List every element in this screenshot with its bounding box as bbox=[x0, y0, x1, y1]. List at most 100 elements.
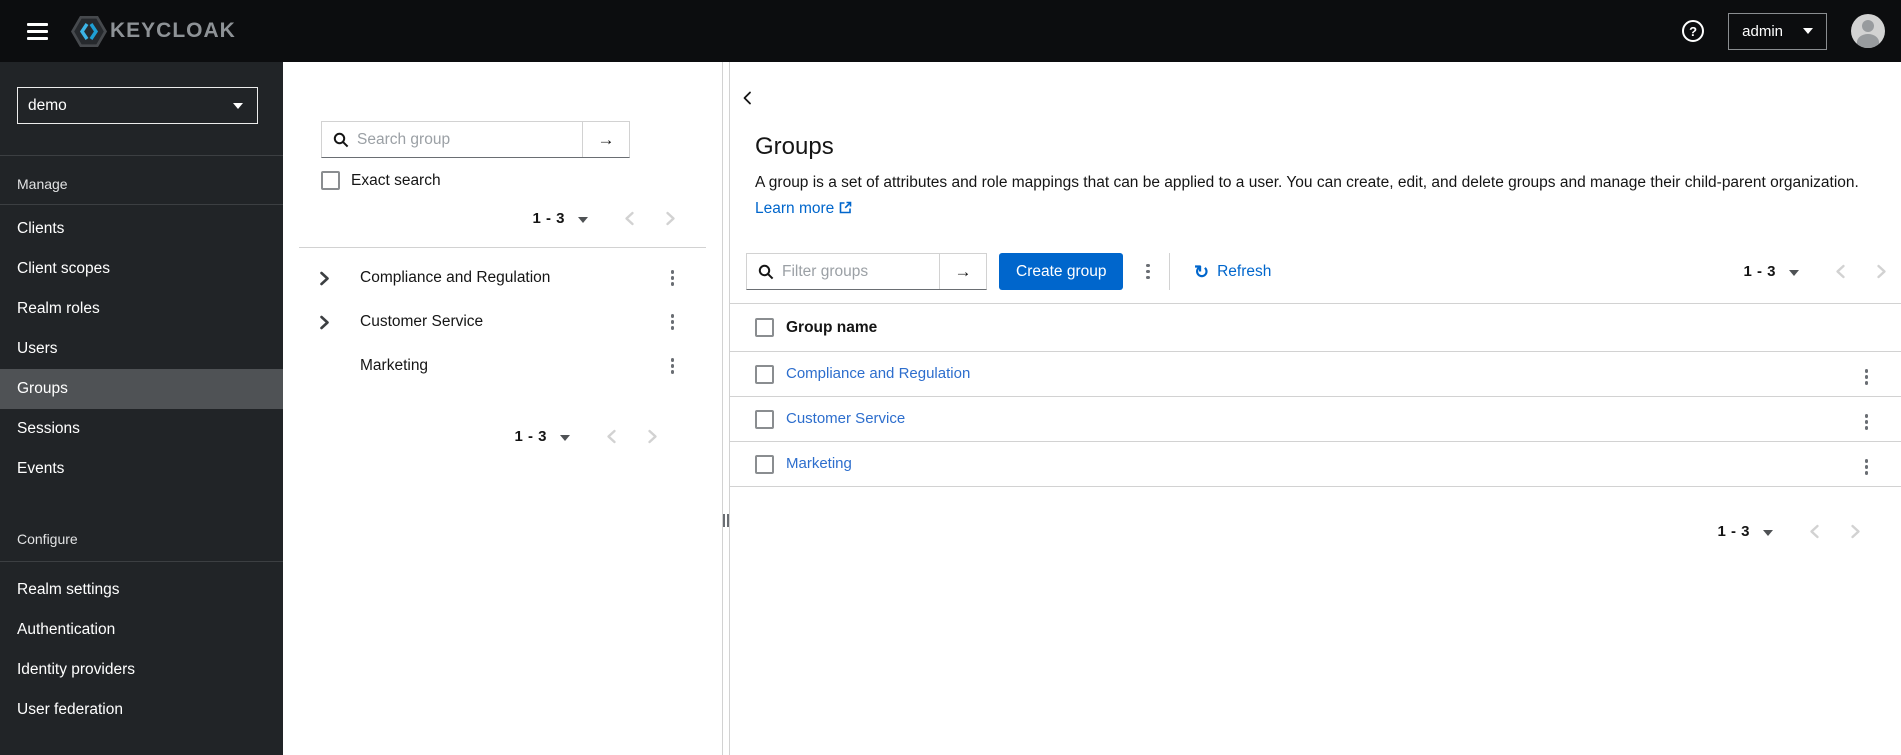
arrow-right-icon: → bbox=[597, 129, 615, 149]
row-checkbox[interactable] bbox=[755, 454, 774, 474]
next-page-button[interactable] bbox=[1876, 264, 1887, 279]
angle-left-icon bbox=[1836, 264, 1845, 279]
sidebar-section-manage: Manage bbox=[0, 156, 283, 205]
pagination-menu-toggle[interactable] bbox=[1761, 522, 1775, 541]
sidebar-item-sessions[interactable]: Sessions bbox=[0, 409, 283, 449]
next-page-button[interactable] bbox=[665, 211, 676, 226]
group-link[interactable]: Marketing bbox=[786, 455, 852, 472]
caret-down-icon bbox=[578, 216, 588, 223]
kebab-menu-button[interactable] bbox=[665, 310, 681, 334]
row-kebab-menu-button[interactable] bbox=[1859, 455, 1875, 479]
exact-search-checkbox[interactable] bbox=[321, 171, 340, 190]
previous-page-button[interactable] bbox=[1835, 264, 1846, 279]
realm-selector-block: demo bbox=[0, 62, 283, 156]
realm-name: demo bbox=[28, 96, 67, 114]
realm-selector[interactable]: demo bbox=[17, 87, 258, 124]
group-name[interactable]: Marketing bbox=[360, 357, 428, 375]
filter-groups-submit-button[interactable]: → bbox=[939, 254, 986, 289]
app-body: demo Manage Clients Client scopes Realm … bbox=[0, 62, 1901, 755]
filter-groups-input[interactable] bbox=[774, 262, 939, 281]
sidebar-item-users[interactable]: Users bbox=[0, 329, 283, 369]
table-row: Compliance and Regulation bbox=[730, 352, 1901, 397]
next-page-button[interactable] bbox=[1850, 524, 1861, 539]
angle-right-icon bbox=[1851, 524, 1860, 538]
divider bbox=[299, 247, 706, 248]
keycloak-logo[interactable]: KEYCLOAK bbox=[70, 15, 236, 48]
caret-down-icon bbox=[560, 434, 570, 441]
toolbar-kebab-menu-button[interactable] bbox=[1140, 260, 1156, 284]
sidebar-item-realm-roles[interactable]: Realm roles bbox=[0, 289, 283, 329]
sidebar-item-authentication[interactable]: Authentication bbox=[0, 610, 283, 650]
search-group-submit-button[interactable]: → bbox=[582, 122, 629, 157]
sidebar-section-configure: Configure bbox=[0, 489, 283, 562]
select-all-checkbox[interactable] bbox=[755, 318, 774, 337]
kebab-icon bbox=[1864, 459, 1868, 463]
group-name[interactable]: Customer Service bbox=[360, 313, 483, 331]
row-checkbox[interactable] bbox=[755, 409, 774, 429]
table-pagination-bottom: 1 - 3 bbox=[730, 513, 1901, 549]
expand-toggle[interactable] bbox=[319, 271, 343, 286]
angle-left-icon bbox=[1810, 524, 1819, 538]
search-icon bbox=[747, 264, 774, 280]
hamburger-icon bbox=[27, 22, 48, 26]
pagination-range: 1 - 3 bbox=[514, 427, 547, 445]
sidebar-item-groups[interactable]: Groups bbox=[0, 369, 283, 409]
learn-more-link[interactable]: Learn more bbox=[755, 200, 852, 217]
masthead: KEYCLOAK ? admin bbox=[0, 0, 1901, 62]
pagination-range: 1 - 3 bbox=[1743, 263, 1776, 280]
help-icon[interactable]: ? bbox=[1682, 20, 1705, 42]
masthead-right: ? admin bbox=[1682, 12, 1885, 50]
sidebar-nav-configure: Realm settings Authentication Identity p… bbox=[0, 562, 283, 730]
avatar[interactable] bbox=[1851, 14, 1885, 48]
external-link-icon bbox=[839, 201, 852, 214]
sidebar-item-events[interactable]: Events bbox=[0, 449, 283, 489]
kebab-icon bbox=[670, 314, 674, 318]
tree-item: Marketing bbox=[283, 344, 722, 388]
kebab-menu-button[interactable] bbox=[665, 354, 681, 378]
collapse-panel-button[interactable] bbox=[742, 90, 762, 106]
pagination-menu-toggle[interactable] bbox=[558, 427, 572, 446]
group-link[interactable]: Customer Service bbox=[786, 410, 905, 427]
groups-table: Group name Compliance and Regulation Cus… bbox=[730, 303, 1901, 487]
sidebar-item-clients[interactable]: Clients bbox=[0, 209, 283, 249]
toolbar-divider bbox=[1168, 253, 1170, 290]
row-kebab-menu-button[interactable] bbox=[1859, 410, 1875, 434]
create-group-button[interactable]: Create group bbox=[999, 253, 1124, 290]
pagination-menu-toggle[interactable] bbox=[1787, 262, 1801, 281]
expand-toggle[interactable] bbox=[319, 315, 343, 330]
panel-resizer[interactable] bbox=[723, 62, 730, 755]
previous-page-button[interactable] bbox=[1809, 524, 1820, 539]
sidebar-item-client-scopes[interactable]: Client scopes bbox=[0, 249, 283, 289]
chevron-down-icon bbox=[1803, 28, 1813, 34]
search-group-input[interactable] bbox=[349, 130, 582, 149]
exact-search-label: Exact search bbox=[351, 171, 441, 189]
table-row: Marketing bbox=[730, 442, 1901, 487]
angle-left-icon bbox=[625, 211, 634, 225]
row-kebab-menu-button[interactable] bbox=[1859, 365, 1875, 389]
kebab-icon bbox=[1146, 263, 1150, 268]
pagination-menu-toggle[interactable] bbox=[576, 209, 590, 228]
kebab-menu-button[interactable] bbox=[665, 266, 681, 290]
sidebar-item-identity-providers[interactable]: Identity providers bbox=[0, 650, 283, 690]
caret-down-icon bbox=[1789, 270, 1799, 276]
sidebar-item-user-federation[interactable]: User federation bbox=[0, 690, 283, 730]
previous-page-button[interactable] bbox=[624, 211, 635, 226]
groups-tree-panel: → Exact search 1 - 3 Compliance and Regu… bbox=[283, 62, 723, 755]
row-checkbox[interactable] bbox=[755, 364, 774, 384]
group-link[interactable]: Compliance and Regulation bbox=[786, 365, 970, 382]
tree-pagination-top: 1 - 3 bbox=[283, 200, 722, 236]
chevron-right-icon bbox=[320, 315, 329, 329]
table-header-row: Group name bbox=[730, 303, 1901, 352]
refresh-button[interactable]: ↻ Refresh bbox=[1194, 263, 1271, 281]
page-title: Groups bbox=[755, 133, 834, 160]
pagination-range: 1 - 3 bbox=[532, 209, 565, 227]
hamburger-menu-button[interactable] bbox=[25, 19, 50, 44]
groups-toolbar: → Create group ↻ Refresh 1 - 3 bbox=[730, 253, 1901, 290]
page-header: Groups A group is a set of attributes an… bbox=[730, 106, 1901, 222]
sidebar-item-realm-settings[interactable]: Realm settings bbox=[0, 570, 283, 610]
previous-page-button[interactable] bbox=[606, 429, 617, 444]
next-page-button[interactable] bbox=[647, 429, 658, 444]
user-menu-dropdown[interactable]: admin bbox=[1728, 12, 1827, 50]
group-name[interactable]: Compliance and Regulation bbox=[360, 269, 550, 287]
page-description: A group is a set of attributes and role … bbox=[755, 174, 1859, 217]
